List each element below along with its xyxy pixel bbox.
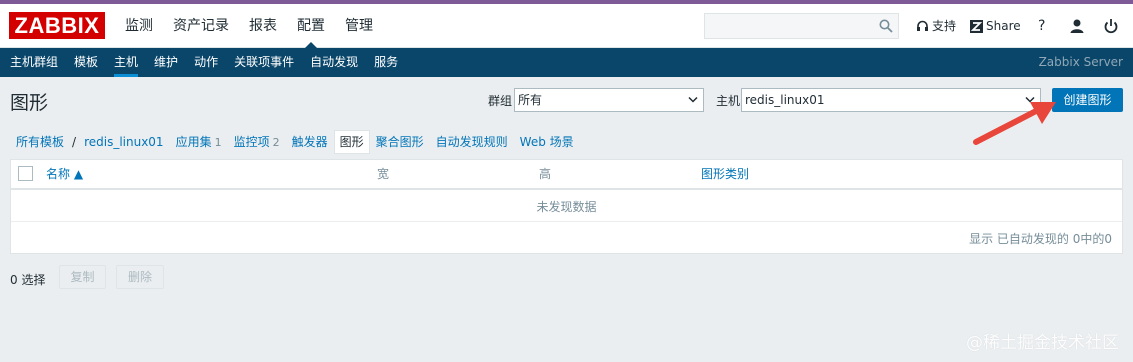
support-label: 支持 [932,19,957,33]
column-graph-type[interactable]: 图形类别 [701,160,749,188]
subnav-host-groups[interactable]: 主机群组 [2,48,66,77]
share-link[interactable]: Share [970,4,1021,48]
tab-screens[interactable]: 聚合图形 [370,131,430,153]
paging-info: 显示 已自动发现的 0中的0 [969,232,1112,246]
search-input[interactable] [704,13,899,39]
column-width: 宽 [377,167,390,181]
chevron-down-icon [688,96,698,103]
header: ZABBIX 监测 资产记录 报表 配置 管理 支持 Share ? [0,4,1133,48]
tab-applications[interactable]: 应用集 1 [170,131,228,154]
subnav-maintenance[interactable]: 维护 [146,48,186,77]
copy-button[interactable]: 复制 [59,265,106,289]
share-z-icon [970,19,983,33]
delete-button[interactable]: 删除 [116,265,164,289]
menu-monitoring[interactable]: 监测 [115,4,163,48]
menu-inventory[interactable]: 资产记录 [163,4,239,48]
menu-reports[interactable]: 报表 [239,4,287,48]
select-all-checkbox[interactable] [18,166,33,181]
table-header-row: 名称 ▲ 宽 高 图形类别 [11,160,1122,190]
empty-table-message: 未发现数据 [11,192,1122,222]
watermark: @稀土掘金技术社区 [966,333,1119,353]
menu-configuration[interactable]: 配置 [287,4,335,48]
help-link[interactable]: ? [1038,4,1045,48]
host-tabs: 所有模板 / redis_linux01 应用集 1 监控项 2 触发器 图形 聚合… [10,130,580,154]
share-label: Share [986,19,1021,33]
tab-applications-count: 1 [214,135,222,149]
user-profile-icon[interactable] [1069,18,1085,34]
tab-triggers[interactable]: 触发器 [286,131,334,153]
power-logout-icon[interactable] [1103,18,1119,34]
selected-count: 0 选择 [10,273,46,287]
subnav-hosts[interactable]: 主机 [106,48,146,77]
zabbix-logo[interactable]: ZABBIX [9,12,105,39]
host-filter-label: 主机 [716,94,741,108]
tab-items-label: 监控项 [233,134,270,149]
graphs-table: 名称 ▲ 宽 高 图形类别 未发现数据 显示 已自动发现的 0中的0 [10,159,1123,254]
subnav-correlation[interactable]: 关联项事件 [226,48,302,77]
subnav-actions[interactable]: 动作 [186,48,226,77]
tab-applications-label: 应用集 [175,134,212,149]
top-menu: 监测 资产记录 报表 配置 管理 [115,4,383,48]
breadcrumb-separator: / [72,135,77,149]
group-filter-label: 群组 [488,94,513,108]
sub-navigation: 主机群组 模板 主机 维护 动作 关联项事件 自动发现 服务 [0,48,1133,77]
tab-host[interactable]: redis_linux01 [78,131,170,153]
tab-all-templates[interactable]: 所有模板 [10,131,70,153]
menu-administration[interactable]: 管理 [335,4,383,48]
subnav-services[interactable]: 服务 [366,48,406,77]
subnav-templates[interactable]: 模板 [66,48,106,77]
server-name: Zabbix Server [1038,55,1123,69]
headset-icon [917,20,928,31]
subnav-discovery[interactable]: 自动发现 [302,48,366,77]
tab-web-scenarios[interactable]: Web 场景 [514,131,580,153]
tab-items-count: 2 [272,135,280,149]
help-icon: ? [1038,18,1046,34]
support-link[interactable]: 支持 [916,4,956,48]
column-name[interactable]: 名称 ▲ [46,160,83,188]
host-select-value: redis_linux01 [745,93,825,107]
tab-discovery-rules[interactable]: 自动发现规则 [430,131,514,153]
search-icon[interactable] [879,19,893,33]
page-title: 图形 [10,92,49,114]
create-graph-button[interactable]: 创建图形 [1052,88,1123,112]
column-height: 高 [539,167,552,181]
annotation-arrow-icon [973,102,1056,145]
tab-graphs[interactable]: 图形 [333,130,370,154]
group-select[interactable]: 所有 [514,88,704,112]
group-select-value: 所有 [518,93,543,107]
tab-items[interactable]: 监控项 2 [228,131,286,154]
